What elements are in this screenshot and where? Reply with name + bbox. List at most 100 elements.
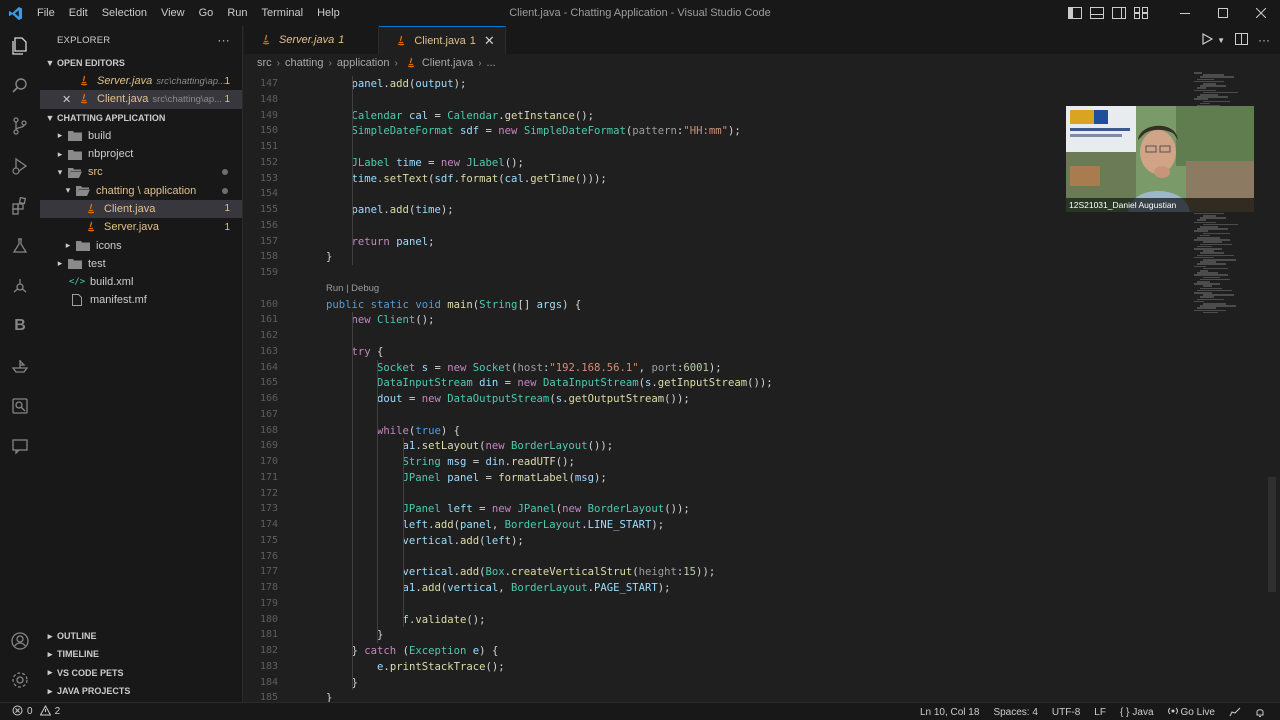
- menu-selection[interactable]: Selection: [95, 0, 154, 26]
- code-text: JLabel time = new JLabel();: [351, 156, 524, 169]
- problems-indicator[interactable]: 0 2: [0, 704, 60, 719]
- docker-icon[interactable]: [0, 386, 40, 426]
- participant-name: 12S21031_Daniel Augustian: [1066, 198, 1254, 212]
- close-icon[interactable]: ✕: [62, 93, 76, 106]
- code-text: }: [351, 676, 358, 689]
- end-of-line[interactable]: LF: [1087, 707, 1113, 718]
- account-icon[interactable]: [0, 621, 40, 661]
- chevron-down-icon: ▾: [57, 166, 63, 177]
- tree-file-build-xml[interactable]: </> build.xml: [40, 273, 242, 291]
- encoding[interactable]: UTF-8: [1045, 707, 1087, 718]
- feedback-icon[interactable]: [1222, 707, 1248, 717]
- line-number: 169: [259, 440, 278, 452]
- source-control-icon[interactable]: [0, 106, 40, 146]
- explorer-more-icon[interactable]: ···: [217, 33, 230, 47]
- split-editor-icon[interactable]: [1235, 32, 1248, 48]
- line-number: 175: [259, 534, 278, 546]
- broadcast-icon: [1167, 706, 1178, 719]
- search-icon[interactable]: [0, 66, 40, 106]
- code-line: 160 public static void main(String[] args…: [244, 297, 1184, 313]
- explorer-icon[interactable]: [0, 26, 40, 66]
- code-text: f.validate();: [402, 613, 486, 626]
- more-actions-icon[interactable]: ···: [1258, 33, 1270, 47]
- close-tab-icon[interactable]: ✕: [484, 33, 495, 49]
- breadcrumb-file[interactable]: Client.java: [422, 57, 473, 69]
- project-header[interactable]: ▼ CHATTING APPLICATION: [40, 109, 242, 127]
- code-line: 185}: [244, 690, 1184, 702]
- code-line: 175 vertical.add(left);: [244, 533, 1184, 549]
- notifications-bell-icon[interactable]: [1248, 707, 1272, 718]
- code-line: 152 JLabel time = new JLabel();: [244, 155, 1184, 171]
- b-extension-icon[interactable]: B: [0, 306, 40, 346]
- toggle-primary-sidebar-icon[interactable]: [1064, 0, 1086, 26]
- code-text: new Client();: [351, 314, 435, 327]
- folder-open-icon: [75, 185, 91, 197]
- chevron-right-icon: ▸: [57, 130, 63, 141]
- tree-folder-build[interactable]: ▸ build: [40, 127, 242, 145]
- tab-server-java[interactable]: Server.java 1: [244, 26, 380, 54]
- indent-guide: [351, 312, 353, 691]
- menu-file[interactable]: File: [30, 0, 62, 26]
- tree-folder-nbproject[interactable]: ▸ nbproject: [40, 145, 242, 163]
- tree-item-label: manifest.mf: [90, 294, 147, 307]
- pets-icon[interactable]: [0, 346, 40, 386]
- maximize-icon[interactable]: [1204, 0, 1242, 26]
- codelens-run-debug[interactable]: Run | Debug: [326, 283, 379, 294]
- breadcrumb-src[interactable]: src: [257, 57, 272, 69]
- customize-layout-icon[interactable]: [1130, 0, 1152, 26]
- tree-file-server[interactable]: Server.java 1: [40, 218, 242, 236]
- chevron-down-icon: ▼: [45, 112, 55, 123]
- chat-icon[interactable]: [0, 426, 40, 466]
- menu-help[interactable]: Help: [310, 0, 347, 26]
- close-window-icon[interactable]: [1242, 0, 1280, 26]
- vscode-pets-section[interactable]: ▸ VS CODE PETS: [40, 664, 243, 682]
- testing-icon[interactable]: [0, 226, 40, 266]
- timeline-section[interactable]: ▸ TIMELINE: [40, 645, 243, 663]
- tree-file-manifest[interactable]: manifest.mf: [40, 291, 242, 309]
- remote-explorer-icon[interactable]: [0, 266, 40, 306]
- modified-dot: [222, 169, 228, 176]
- minimize-icon[interactable]: [1166, 0, 1204, 26]
- code-line: 166 dout = new DataOutputStream(s.getOut…: [244, 391, 1184, 407]
- vertical-scrollbar[interactable]: [1268, 477, 1276, 592]
- extensions-icon[interactable]: [0, 186, 40, 226]
- open-editors-header[interactable]: ▼ OPEN EDITORS: [40, 54, 242, 72]
- tree-file-client[interactable]: Client.java 1: [40, 199, 242, 219]
- tree-folder-src[interactable]: ▾ src: [40, 163, 242, 181]
- breadcrumb-application[interactable]: application: [337, 57, 390, 69]
- tree-folder-chatting-application[interactable]: ▾ chatting \ application: [40, 181, 242, 199]
- line-number: 166: [259, 393, 278, 404]
- tree-folder-icons[interactable]: ▸ icons: [40, 236, 242, 254]
- breadcrumb-symbol[interactable]: ...: [487, 57, 496, 69]
- indentation[interactable]: Spaces: 4: [986, 707, 1044, 718]
- menu-run[interactable]: Run: [220, 0, 254, 26]
- toggle-panel-icon[interactable]: [1086, 0, 1108, 26]
- toggle-secondary-sidebar-icon[interactable]: [1108, 0, 1130, 26]
- code-text: }: [326, 251, 333, 264]
- tree-folder-test[interactable]: ▸ test: [40, 255, 242, 273]
- open-editor-client-name: Client.java: [97, 93, 149, 106]
- language-mode[interactable]: { } Java: [1113, 707, 1161, 718]
- code-text: DataInputStream din = new DataInputStrea…: [377, 377, 773, 390]
- go-live-button[interactable]: Go Live: [1161, 706, 1222, 719]
- line-number: 148: [259, 93, 278, 105]
- menu-go[interactable]: Go: [192, 0, 221, 26]
- open-editor-client[interactable]: ✕ Client.java src\chatting\ap... 1: [40, 90, 242, 109]
- breadcrumb-chatting[interactable]: chatting: [285, 57, 324, 69]
- java-projects-section[interactable]: ▸ JAVA PROJECTS: [40, 682, 243, 700]
- run-debug-icon[interactable]: [0, 146, 40, 186]
- outline-section[interactable]: ▸ OUTLINE: [40, 627, 243, 645]
- cursor-position[interactable]: Ln 10, Col 18: [913, 707, 987, 718]
- chevron-down-icon[interactable]: ▼: [1217, 36, 1225, 45]
- tab-client-java[interactable]: Client.java 1 ✕: [379, 26, 506, 54]
- menu-edit[interactable]: Edit: [62, 0, 95, 26]
- menu-terminal[interactable]: Terminal: [255, 0, 311, 26]
- code-line: 165 DataInputStream din = new DataInputS…: [244, 375, 1184, 391]
- run-java-icon[interactable]: [1202, 32, 1214, 48]
- settings-gear-icon[interactable]: [0, 660, 40, 700]
- menu-view[interactable]: View: [154, 0, 192, 26]
- open-editor-server[interactable]: Server.java src\chatting\ap... 1: [40, 72, 242, 90]
- minimap-line: [1194, 72, 1202, 74]
- code-text: }: [326, 692, 333, 702]
- line-number: 155: [259, 204, 278, 215]
